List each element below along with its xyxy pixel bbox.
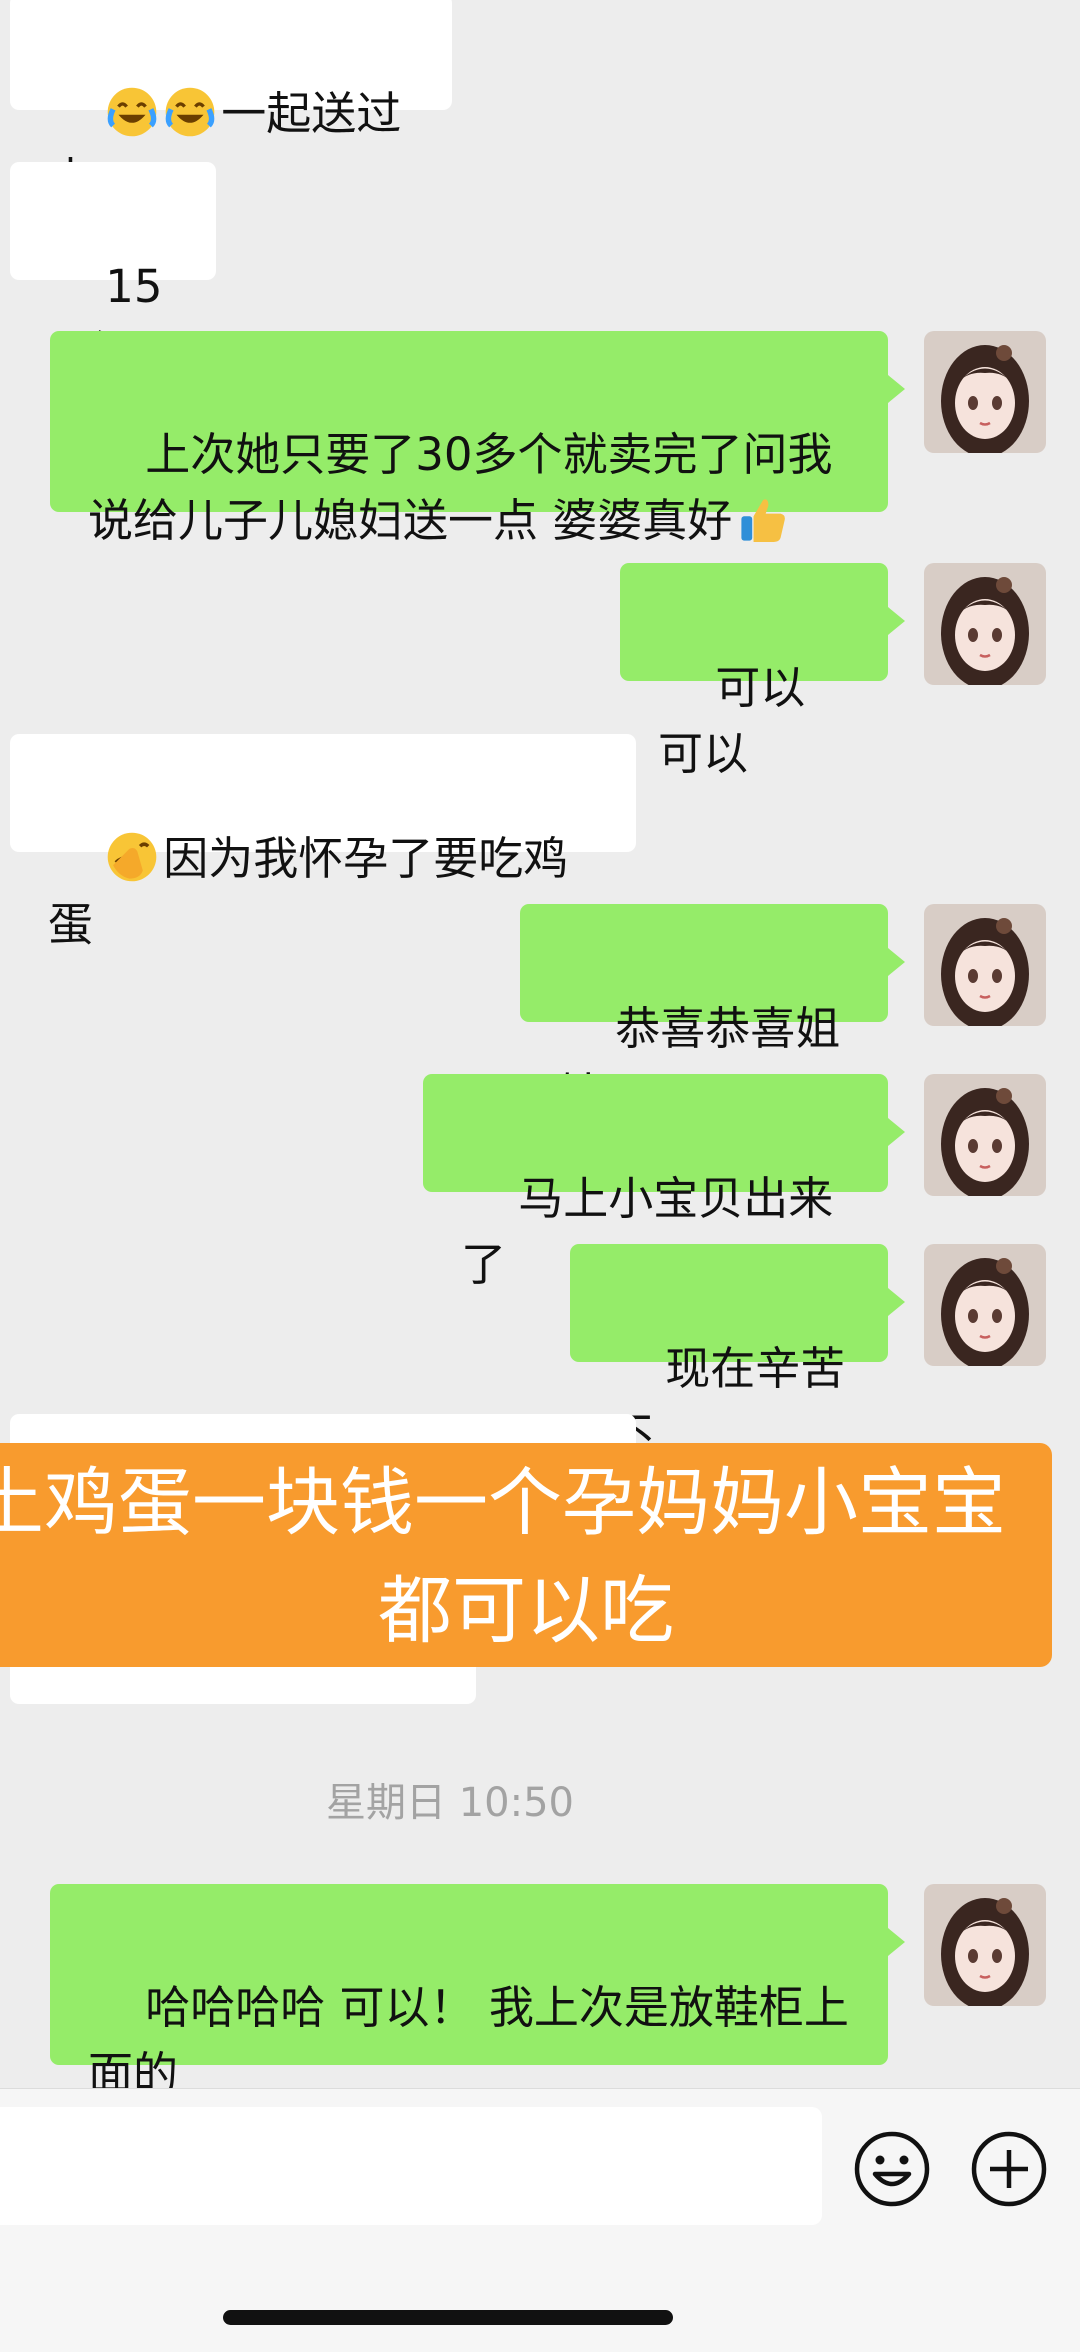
plus-circle-icon[interactable]: [970, 2130, 1048, 2208]
avatar[interactable]: [924, 1074, 1046, 1196]
message-bubble-incoming[interactable]: 一起送过去: [10, 0, 452, 206]
message-bubble-incoming[interactable]: 150个: [10, 162, 216, 379]
message-text: 上次她只要了30多个就卖完了问我说给儿子儿媳妇送一点 婆婆真好: [88, 428, 833, 547]
avatar[interactable]: [924, 1884, 1046, 2006]
avatar-portrait: [924, 1074, 1046, 1196]
message-bubble-outgoing[interactable]: 哈哈哈哈 可以！ 我上次是放鞋柜上面的: [50, 1884, 905, 2100]
promo-caption-overlay: 土鸡蛋一块钱一个孕妈妈小宝宝 都可以吃: [0, 1443, 1052, 1667]
avatar[interactable]: [924, 904, 1046, 1026]
home-indicator[interactable]: [223, 2310, 673, 2325]
avatar-portrait: [924, 1244, 1046, 1366]
avatar-portrait: [924, 331, 1046, 453]
message-input[interactable]: [0, 2107, 822, 2225]
smiley-icon[interactable]: [853, 2130, 931, 2208]
avatar[interactable]: [924, 1244, 1046, 1366]
message-bubble-outgoing[interactable]: 可以可以: [620, 563, 905, 780]
message-text: 可以可以: [658, 661, 806, 780]
message-bubble-outgoing[interactable]: 马上小宝贝出来了: [423, 1074, 905, 1291]
promo-caption-line-1: 土鸡蛋一块钱一个孕妈妈小宝宝: [0, 1460, 1006, 1546]
message-bubble-outgoing[interactable]: 上次她只要了30多个就卖完了问我说给儿子儿媳妇送一点 婆婆真好: [50, 331, 905, 547]
message-bubble-outgoing[interactable]: 恭喜恭喜姐妹: [520, 904, 905, 1121]
message-bubble-outgoing[interactable]: 现在辛苦不: [570, 1244, 905, 1461]
avatar-portrait: [924, 1884, 1046, 2006]
joy-icon: [165, 87, 215, 137]
avatar[interactable]: [924, 331, 1046, 453]
promo-caption-line-2: 都可以吃: [378, 1568, 674, 1654]
avatar-portrait: [924, 904, 1046, 1026]
facepalm-icon: [107, 832, 157, 882]
thumbs-up-icon: [741, 499, 786, 542]
joy-icon: [107, 87, 157, 137]
chat-area[interactable]: 一起送过去 150个 上次她只要了30多个就卖完了问我说给儿子儿媳妇送一点 婆婆…: [0, 0, 1080, 2100]
message-timestamp: 星期日 10:50: [326, 1780, 574, 1826]
avatar[interactable]: [924, 563, 1046, 685]
message-text: 哈哈哈哈 可以！ 我上次是放鞋柜上面的: [88, 1981, 849, 2100]
message-bubble-incoming[interactable]: 因为我怀孕了要吃鸡蛋: [10, 734, 636, 951]
avatar-portrait: [924, 563, 1046, 685]
